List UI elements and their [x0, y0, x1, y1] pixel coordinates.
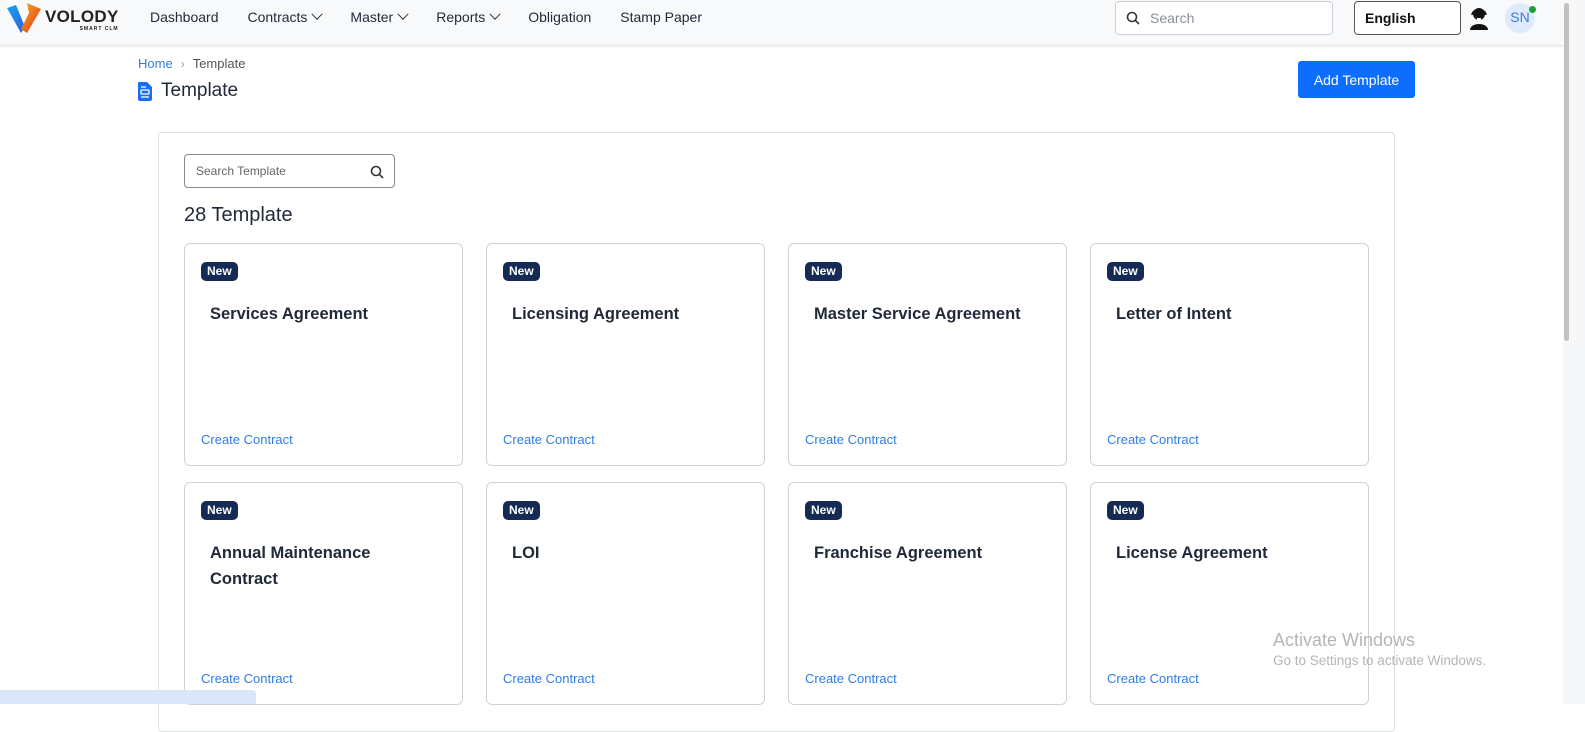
page-scrollbar[interactable] — [1563, 0, 1585, 704]
scrollbar-thumb[interactable] — [1564, 3, 1569, 341]
chevron-right-icon: › — [180, 56, 185, 71]
create-contract-link[interactable]: Create Contract — [503, 671, 595, 686]
new-badge: New — [1107, 501, 1144, 520]
create-contract-link[interactable]: Create Contract — [1107, 432, 1199, 447]
user-avatar[interactable]: SN — [1505, 3, 1536, 33]
online-status-icon — [1529, 6, 1536, 13]
nav-reports[interactable]: Reports — [436, 8, 501, 25]
create-contract-link[interactable]: Create Contract — [805, 432, 897, 447]
logo-name: VOLODY — [45, 7, 119, 26]
template-title: Letter of Intent — [1116, 305, 1232, 323]
new-badge: New — [201, 501, 238, 520]
create-contract-link[interactable]: Create Contract — [503, 432, 595, 447]
template-card[interactable]: New Master Service Agreement Create Cont… — [788, 243, 1067, 466]
global-search[interactable] — [1115, 1, 1333, 35]
nav-stamp-paper[interactable]: Stamp Paper — [620, 9, 702, 25]
create-contract-link[interactable]: Create Contract — [201, 671, 293, 686]
horizontal-scrollbar[interactable] — [0, 690, 256, 704]
nav-obligation[interactable]: Obligation — [528, 9, 591, 25]
template-card[interactable]: New Letter of Intent Create Contract — [1090, 243, 1369, 466]
template-title: Franchise Agreement — [814, 544, 983, 562]
windows-activation-watermark: Activate Windows Go to Settings to activ… — [1273, 630, 1486, 668]
nav-master[interactable]: Master — [350, 8, 409, 25]
document-icon — [138, 81, 152, 101]
create-contract-link[interactable]: Create Contract — [201, 432, 293, 447]
nav-stamp-paper-label: Stamp Paper — [620, 9, 703, 25]
nav-contracts-label: Contracts — [247, 9, 308, 25]
template-card[interactable]: New Licensing Agreement Create Contract — [486, 243, 765, 466]
template-card[interactable]: New Annual Maintenance Contract Create C… — [184, 482, 463, 705]
new-badge: New — [805, 501, 842, 520]
page-title-text: Template — [161, 80, 239, 101]
main-nav: Dashboard Contracts Master Reports Oblig… — [150, 8, 731, 25]
top-navbar: VOLODY SMART CLM Dashboard Contracts Mas… — [0, 0, 1563, 46]
nav-dashboard[interactable]: Dashboard — [150, 9, 219, 25]
template-card[interactable]: New LOI Create Contract — [486, 482, 765, 705]
search-icon — [1126, 11, 1140, 25]
breadcrumb-current: Template — [192, 56, 246, 71]
template-card[interactable]: New Services Agreement Create Contract — [184, 243, 463, 466]
template-title: Master Service Agreement — [814, 305, 1021, 323]
logo-subtitle: SMART CLM — [79, 26, 119, 32]
watermark-subtitle: Go to Settings to activate Windows. — [1273, 653, 1487, 668]
new-badge: New — [805, 262, 842, 281]
template-title: Annual Maintenance Contract — [210, 544, 371, 588]
nav-contracts[interactable]: Contracts — [247, 8, 324, 25]
template-title: License Agreement — [1116, 544, 1268, 562]
create-contract-link[interactable]: Create Contract — [1107, 671, 1199, 686]
create-contract-link[interactable]: Create Contract — [805, 671, 897, 686]
chevron-down-icon — [311, 8, 324, 20]
volody-logo[interactable]: VOLODY SMART CLM — [7, 3, 119, 33]
new-badge: New — [503, 262, 540, 281]
user-initials: SN — [1510, 9, 1530, 25]
breadcrumb: Home › Template — [138, 56, 245, 71]
template-title: Services Agreement — [210, 305, 369, 323]
chevron-down-icon — [489, 8, 501, 20]
template-search-input[interactable] — [196, 164, 361, 178]
new-badge: New — [503, 501, 540, 520]
template-title: LOI — [512, 544, 540, 562]
support-agent-icon[interactable] — [1468, 6, 1490, 30]
new-badge: New — [201, 262, 238, 281]
breadcrumb-home[interactable]: Home — [138, 56, 173, 71]
nav-reports-label: Reports — [436, 9, 486, 25]
nav-dashboard-label: Dashboard — [150, 9, 219, 25]
new-badge: New — [1107, 262, 1144, 281]
watermark-title: Activate Windows — [1273, 630, 1416, 650]
language-select[interactable]: English — [1354, 1, 1461, 35]
add-template-button[interactable]: Add Template — [1298, 61, 1415, 98]
template-card[interactable]: New Franchise Agreement Create Contract — [788, 482, 1067, 705]
logo-mark-icon — [7, 3, 41, 33]
nav-master-label: Master — [350, 9, 394, 25]
nav-obligation-label: Obligation — [528, 9, 592, 25]
template-search[interactable] — [184, 154, 395, 188]
search-icon[interactable] — [370, 165, 384, 179]
template-card[interactable]: New License Agreement Create Contract — [1090, 482, 1369, 705]
page-title: Template — [138, 80, 238, 102]
template-count: 28 Template — [184, 204, 293, 226]
global-search-input[interactable] — [1150, 10, 1320, 26]
template-panel: 28 Template New Services Agreement Creat… — [158, 132, 1395, 732]
chevron-down-icon — [397, 8, 409, 20]
template-title: Licensing Agreement — [512, 305, 680, 323]
